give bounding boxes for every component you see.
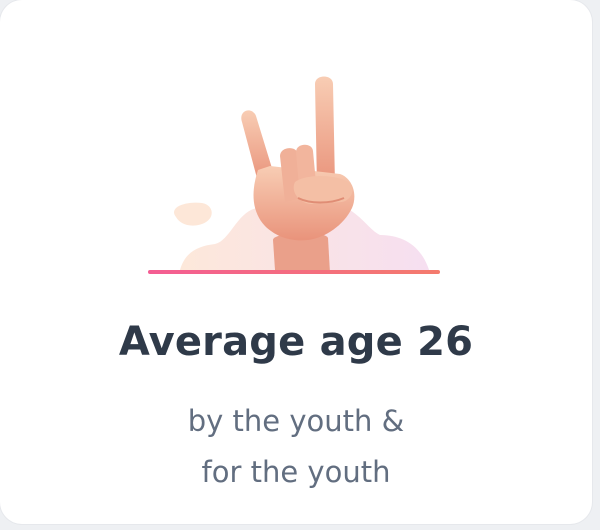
card-title: Average age 26 [118, 319, 474, 365]
rock-hand-icon [148, 76, 440, 274]
subtitle-line-2: for the youth [201, 455, 391, 489]
card-subtitle: by the youth & for the youth [0, 396, 592, 498]
underline [148, 270, 440, 274]
blob-small [174, 202, 212, 226]
subtitle-line-1: by the youth & [187, 404, 405, 438]
rock-hand-illustration [140, 70, 450, 285]
feature-card: Average age 26 by the youth & for the yo… [0, 0, 592, 524]
